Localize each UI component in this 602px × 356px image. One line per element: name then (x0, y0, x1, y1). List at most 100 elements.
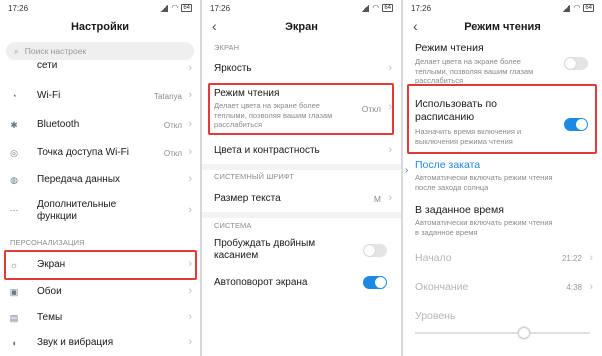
status-bar: 17:26 ◠ 64 (0, 0, 200, 16)
after-sunset-row[interactable]: › После заката Автоматически включать ре… (403, 159, 602, 195)
display-screen: 17:26 ◠ 64 ‹ Экран ЭКРАН Яркость › Режим … (202, 0, 401, 356)
sound-icon: ◖ (11, 338, 17, 348)
themes-icon: ▤ (9, 312, 19, 323)
settings-item-label: Яркость (214, 63, 252, 74)
settings-item-value: M (373, 194, 381, 204)
settings-item-label: Bluetooth (37, 119, 80, 130)
signal-icon (562, 4, 571, 12)
back-arrow-icon[interactable]: ‹ (212, 18, 217, 34)
chevron-right-icon: › (188, 311, 192, 323)
hotspot-icon: ◎ (10, 147, 18, 158)
divider (202, 164, 401, 170)
search-placeholder: Поиск настроек (24, 46, 87, 56)
level-slider[interactable] (415, 327, 590, 339)
page-title-bar: ‹ Экран (202, 16, 401, 38)
battery-icon: 64 (382, 4, 393, 12)
settings-item-themes[interactable]: ▤ Темы › (0, 307, 200, 329)
list-item-label: сети (37, 60, 58, 71)
settings-item-data-usage[interactable]: ◍ Передача данных › (0, 168, 200, 192)
settings-item-label: Окончание (415, 281, 469, 293)
chevron-right-icon: › (589, 281, 593, 293)
settings-item-bluetooth[interactable]: ✱ Bluetooth Откл › (0, 113, 200, 137)
chevron-right-icon: › (388, 144, 392, 156)
settings-item-label: Передача данных (37, 174, 121, 185)
settings-item-value: Откл (163, 149, 182, 158)
toggle-knob (364, 245, 375, 256)
settings-item-label: Автоповорот экрана (214, 277, 308, 288)
settings-item-hotspot[interactable]: ◎ Точка доступа Wi-Fi Откл › (0, 141, 200, 165)
end-time-row[interactable]: Окончание 4:38 › (403, 279, 602, 297)
settings-item-font-size[interactable]: Размер текста M › (202, 188, 401, 210)
settings-item-autorotate[interactable]: Автоповорот экрана (202, 272, 401, 294)
settings-item-description: Автоматически включать режим чтения посл… (415, 173, 553, 192)
settings-item-brightness[interactable]: Яркость › (202, 58, 401, 80)
autorotate-toggle[interactable] (363, 276, 387, 289)
list-item-partial[interactable]: сети › (0, 58, 200, 80)
section-header: ЭКРАН (214, 43, 240, 52)
settings-item-label: Режим чтения (415, 42, 484, 54)
settings-item-wifi[interactable]: ◔ Wi-Fi Tatanya › (0, 84, 200, 108)
settings-item-label: Обои (37, 286, 62, 297)
settings-item-label: Темы (37, 312, 63, 323)
settings-item-label: Дополнительные функции (37, 199, 117, 222)
back-arrow-icon[interactable]: ‹ (413, 18, 418, 34)
settings-item-label: Начало (415, 252, 452, 264)
reading-mode-screen: 17:26 ◠ 64 ‹ Режим чтения Режим чтения Де… (403, 0, 602, 356)
chevron-right-icon: › (188, 62, 192, 74)
settings-item-label: В заданное время (415, 204, 504, 216)
highlight-box (407, 84, 597, 154)
settings-item-label: После заката (415, 159, 481, 171)
double-tap-toggle[interactable] (363, 244, 387, 257)
chevron-right-icon: › (589, 252, 593, 264)
reading-mode-toggle[interactable] (564, 57, 588, 70)
settings-item-label: Точка доступа Wi-Fi (37, 147, 129, 158)
battery-icon: 64 (583, 4, 594, 12)
wifi-status-icon: ◠ (171, 3, 179, 12)
settings-item-colors[interactable]: Цвета и контрастность › (202, 142, 401, 162)
chevron-right-icon: › (188, 336, 192, 348)
wifi-status-icon: ◠ (372, 3, 380, 12)
chevron-right-icon: › (188, 204, 192, 216)
section-header: ПЕРСОНАЛИЗАЦИЯ (10, 238, 85, 247)
chevron-right-icon: › (188, 146, 192, 158)
chevron-right-icon: › (388, 62, 392, 74)
settings-item-value: 4:38 (566, 283, 582, 292)
settings-item-label: Цвета и контрастность (214, 145, 320, 156)
chevron-right-icon: › (388, 192, 392, 204)
highlight-box (208, 83, 394, 135)
chevron-right-icon: › (188, 118, 192, 130)
settings-screen: 17:26 ◠ 64 Настройки ⌕ Поиск настроек сет… (0, 0, 200, 356)
chevron-right-icon: › (188, 89, 192, 101)
wifi-icon: ◔ (11, 91, 17, 101)
settings-item-value: 21:22 (561, 254, 582, 263)
battery-icon: 64 (181, 4, 192, 12)
settings-item-more[interactable]: ⋯ Дополнительные функции › (0, 196, 200, 226)
section-header: СИСТЕМНЫЙ ШРИФТ (214, 172, 294, 181)
status-bar: 17:26 ◠ 64 (202, 0, 401, 16)
status-time: 17:26 (8, 3, 29, 13)
reading-mode-row[interactable]: Режим чтения Делает цвета на экране боле… (403, 42, 602, 85)
highlight-box (4, 250, 197, 280)
settings-item-label: Звук и вибрация (37, 337, 114, 348)
page-title: Режим чтения (464, 21, 541, 33)
settings-item-description: Автоматически включать режим чтения в за… (415, 218, 553, 237)
chevron-right-icon: › (188, 173, 192, 185)
wifi-status-icon: ◠ (573, 3, 581, 12)
chevron-right-icon: › (188, 285, 192, 297)
divider (202, 212, 401, 218)
signal-icon (160, 4, 169, 12)
settings-item-wallpaper[interactable]: ▣ Обои › (0, 281, 200, 303)
settings-item-label: Размер текста (214, 193, 281, 204)
section-header: СИСТЕМА (214, 221, 252, 230)
toggle-knob (565, 58, 576, 69)
search-icon: ⌕ (14, 45, 19, 56)
level-row: Уровень (403, 310, 602, 350)
slider-thumb[interactable] (517, 327, 530, 339)
wallpaper-icon: ▣ (9, 286, 19, 297)
settings-item-sound[interactable]: ◖ Звук и вибрация › (0, 332, 200, 354)
status-time: 17:26 (210, 3, 231, 13)
page-title-bar: ‹ Режим чтения (403, 16, 602, 38)
start-time-row[interactable]: Начало 21:22 › (403, 250, 602, 268)
settings-item-double-tap[interactable]: Пробуждать двойным касанием (202, 236, 401, 266)
custom-time-row[interactable]: В заданное время Автоматически включать … (403, 204, 602, 240)
